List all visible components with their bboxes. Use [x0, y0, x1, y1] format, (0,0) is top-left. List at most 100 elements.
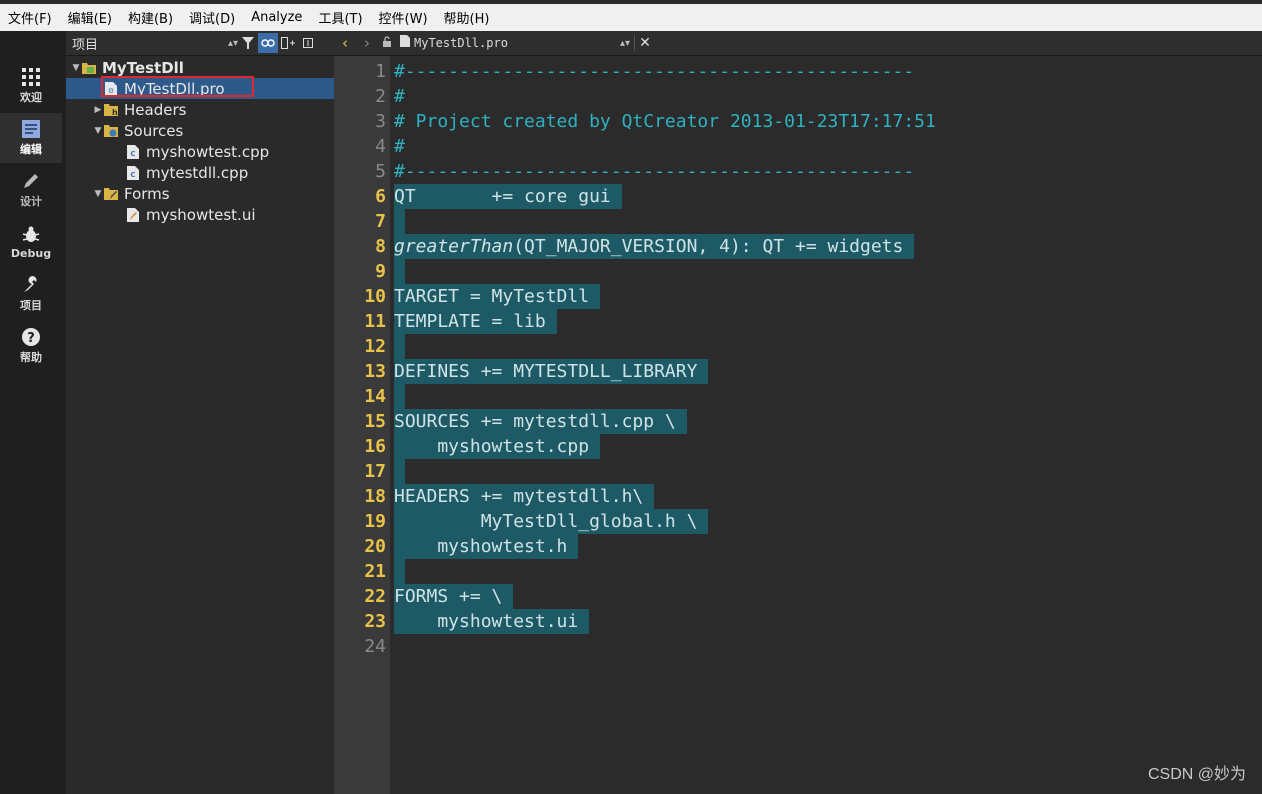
bug-icon: [20, 225, 42, 245]
link-icon[interactable]: [258, 33, 278, 53]
code-line: myshowtest.cpp: [394, 434, 600, 459]
sources-folder-icon: [104, 124, 118, 138]
line-number: 9: [375, 261, 386, 282]
line-number: 21: [364, 561, 386, 582]
document-icon: [20, 119, 42, 139]
view-selector[interactable]: 项目 ▴▾: [66, 34, 238, 53]
expand-arrow-icon[interactable]: ▼: [70, 63, 82, 73]
line-number: 12: [364, 336, 386, 357]
line-number: 8: [375, 236, 386, 257]
code-line: # Project created by QtCreator 2013-01-2…: [394, 111, 936, 132]
grid-icon: [20, 67, 42, 87]
tree-item-label: myshowtest.ui: [146, 205, 256, 224]
mode-label: Debug: [10, 246, 52, 260]
line-number: 5: [375, 161, 386, 182]
tree-item-sources[interactable]: ▼ Sources: [66, 120, 359, 141]
code-line: [394, 334, 405, 359]
code-line: [394, 384, 405, 409]
updown-icon[interactable]: ▴▾: [620, 38, 634, 49]
mode-label: 欢迎: [20, 91, 42, 104]
tree-item-label: Headers: [124, 100, 187, 119]
menu-controls[interactable]: 控件(W): [371, 8, 436, 27]
cpp-file-icon: C: [126, 165, 140, 180]
line-number: 17: [364, 461, 386, 482]
menu-debug[interactable]: 调试(D): [181, 8, 243, 27]
svg-text:C: C: [130, 171, 135, 179]
tree-item-headers[interactable]: ▶ h Headers: [66, 99, 359, 120]
tree-item-label: Sources: [124, 121, 184, 140]
close-panel-icon[interactable]: [298, 33, 318, 53]
mode-label: 设计: [20, 195, 42, 208]
code-line: TEMPLATE = lib: [394, 309, 557, 334]
line-number: 20: [364, 536, 386, 557]
code-line: [394, 559, 405, 584]
tree-item-label: mytestdll.cpp: [146, 163, 249, 182]
line-number: 19: [364, 511, 386, 532]
mode-design[interactable]: 设计: [0, 165, 62, 215]
code-line: #---------------------------------------…: [394, 61, 915, 82]
mode-help[interactable]: ? 帮助: [0, 321, 62, 371]
code-line: MyTestDll_global.h \: [394, 509, 709, 534]
menu-tools[interactable]: 工具(T): [310, 8, 370, 27]
code-line: QT += core gui: [394, 184, 622, 209]
svg-text:?: ?: [27, 331, 35, 346]
tree-item-label: Forms: [124, 184, 170, 203]
line-number: 18: [364, 486, 386, 507]
tree-item-label: myshowtest.cpp: [146, 142, 270, 161]
back-icon[interactable]: ‹: [334, 34, 356, 52]
mode-edit[interactable]: 编辑: [0, 113, 62, 163]
line-number: 3: [375, 111, 386, 132]
tree-item-project[interactable]: ▼ MyTestDll: [66, 57, 337, 78]
line-number: 10: [364, 286, 386, 307]
tree-item-forms[interactable]: ▼ Forms: [66, 183, 359, 204]
svg-text:C: C: [130, 150, 135, 158]
wrench-icon: [20, 275, 42, 295]
line-number-gutter: 1 2 3 4 5 6 7 8 9 10 11 12 13 14 15 16 17 18 19 20 21 22 23 24: [334, 56, 390, 794]
menu-edit[interactable]: 编辑(E): [60, 8, 120, 27]
code-line: [394, 209, 405, 234]
help-icon: ?: [20, 327, 42, 347]
code-line: greaterThan(QT_MAJOR_VERSION, 4): QT += …: [394, 234, 915, 259]
line-number: 13: [364, 361, 386, 382]
line-number: 15: [364, 411, 386, 432]
filter-icon[interactable]: [238, 33, 258, 53]
function-name: greaterThan: [394, 236, 514, 257]
menu-build[interactable]: 构建(B): [120, 8, 181, 27]
watermark: CSDN @妙为: [1147, 766, 1246, 783]
tree-item-pro-file[interactable]: ⚙ MyTestDll.pro: [66, 76, 359, 99]
forward-icon[interactable]: ›: [356, 34, 378, 52]
code-line: DEFINES += MYTESTDLL_LIBRARY: [394, 359, 709, 384]
mode-label: 编辑: [20, 143, 42, 156]
mode-debug[interactable]: Debug: [0, 217, 62, 267]
code-line: [394, 459, 405, 484]
expand-arrow-icon[interactable]: ▼: [92, 126, 104, 136]
mode-label: 项目: [20, 299, 42, 312]
line-number: 4: [375, 136, 386, 157]
svg-text:h: h: [112, 108, 118, 117]
line-number: 16: [364, 436, 386, 457]
document-selector[interactable]: MyTestDll.pro: [414, 36, 620, 50]
split-icon[interactable]: [278, 33, 298, 53]
close-document-icon[interactable]: ✕: [634, 35, 655, 51]
editor-toolbar: ‹ › MyTestDll.pro ▴▾ ✕: [334, 31, 1262, 56]
menu-file[interactable]: 文件(F): [0, 8, 60, 27]
mode-welcome[interactable]: 欢迎: [0, 61, 62, 111]
project-toolbar: 项目 ▴▾: [66, 31, 334, 56]
menu-bar: 文件(F) 编辑(E) 构建(B) 调试(D) Analyze 工具(T) 控件…: [0, 4, 1262, 31]
code-line: myshowtest.h: [394, 534, 579, 559]
code-line: HEADERS += mytestdll.h\: [394, 484, 655, 509]
menu-analyze[interactable]: Analyze: [243, 10, 310, 25]
code-line: #: [394, 86, 405, 107]
project-panel: 项目 ▴▾ ▼ MyTestDll ⚙ MyTestDll.pro ▶ h He…: [66, 31, 359, 794]
code-editor[interactable]: #---------------------------------------…: [390, 56, 1262, 794]
line-number: 1: [375, 61, 386, 82]
expand-arrow-icon[interactable]: ▶: [92, 105, 104, 115]
mode-projects[interactable]: 项目: [0, 269, 62, 319]
file-icon: [396, 35, 414, 51]
expand-arrow-icon[interactable]: ▼: [92, 189, 104, 199]
menu-help[interactable]: 帮助(H): [436, 8, 498, 27]
ui-file-icon: [126, 207, 140, 222]
mode-sidebar: 欢迎 编辑 设计 Debug 项目 ? 帮助: [0, 31, 66, 794]
code-line: #: [394, 136, 405, 157]
code-line: [394, 259, 405, 284]
